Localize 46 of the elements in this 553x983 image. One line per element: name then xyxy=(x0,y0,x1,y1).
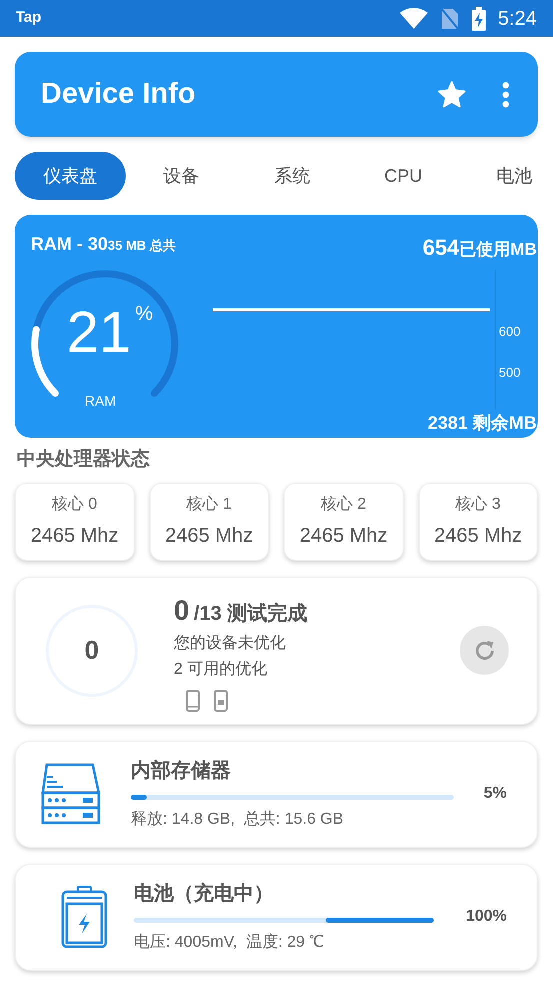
core-label: 核心 3 xyxy=(456,494,501,514)
core-frequency: 2465 Mhz xyxy=(30,524,119,548)
battery-charging-icon xyxy=(472,6,486,30)
ram-free: 2381 剩余MB xyxy=(428,412,537,435)
tab[interactable]: 电池 xyxy=(459,152,553,200)
more-vertical-icon xyxy=(502,82,510,108)
storage-title: 内部存储器 xyxy=(131,758,232,784)
phone-icon xyxy=(186,690,200,712)
ram-total-label: RAM - 3035 MB 总共 xyxy=(31,233,177,256)
battery-detail: 电压: 4005mV, 温度: 29 ℃ xyxy=(134,932,326,953)
axis-tick-label: 600 xyxy=(499,325,521,338)
percent-sign: % xyxy=(135,304,154,324)
core-frequency: 2465 Mhz xyxy=(300,524,388,548)
axis-tick-label: 500 xyxy=(499,366,521,379)
tab[interactable]: 仪表盘 xyxy=(15,152,126,200)
app-title: Device Info xyxy=(41,76,196,112)
storage-percent: 5% xyxy=(484,784,507,804)
tab[interactable]: CPU xyxy=(348,152,459,200)
favorite-button[interactable] xyxy=(438,81,466,108)
battery-title: 电池（充电中） xyxy=(134,882,275,907)
core-label: 核心 0 xyxy=(52,494,98,514)
gauge-label: RAM xyxy=(85,392,116,411)
wifi-icon xyxy=(400,8,428,30)
refresh-button[interactable] xyxy=(460,626,509,675)
star-icon xyxy=(438,81,466,108)
core-label: 核心 1 xyxy=(186,494,232,514)
tab[interactable]: 设备 xyxy=(126,152,237,200)
core-frequency: 2465 Mhz xyxy=(165,524,254,548)
phone-lock-icon xyxy=(214,690,228,712)
app-label: Tap xyxy=(16,8,42,28)
status-text: 您的设备未优化 xyxy=(174,634,287,654)
battery-percent: 100% xyxy=(466,907,507,927)
hard-drive-icon xyxy=(41,763,101,825)
storage-detail: 释放: 14.8 GB, 总共: 15.6 GB xyxy=(131,810,345,830)
tab[interactable]: 系统 xyxy=(237,152,348,200)
section-title: 中央处理器状态 xyxy=(16,448,151,472)
core-frequency: 2465 Mhz xyxy=(434,524,522,548)
optimization-count: 2 可用的优化 xyxy=(174,660,268,680)
core-label: 核心 2 xyxy=(321,494,366,514)
ram-used: 654已使用MB xyxy=(422,234,537,262)
no-sim-icon xyxy=(440,6,460,30)
more-button[interactable] xyxy=(502,82,510,108)
score-value: 0 xyxy=(84,634,100,667)
clock: 5:24 xyxy=(498,6,537,32)
battery-charging-icon xyxy=(61,886,108,948)
ram-percent: 21 xyxy=(66,304,132,362)
